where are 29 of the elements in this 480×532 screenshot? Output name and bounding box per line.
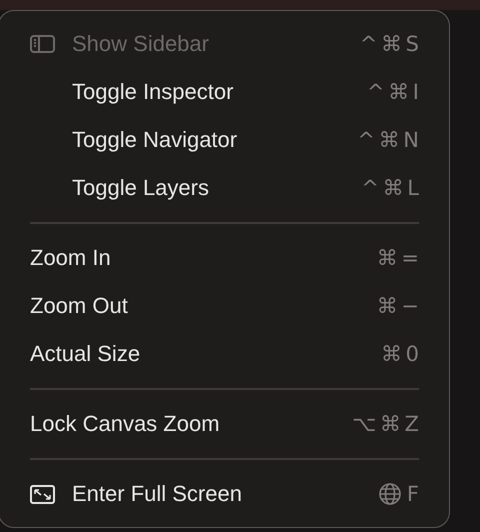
- keyboard-shortcut: ^ ⌘ N: [357, 128, 419, 152]
- menu-item[interactable]: Zoom In ⌘ =: [0, 234, 449, 282]
- sidebar-icon: [30, 35, 55, 53]
- menu-item[interactable]: Toggle Navigator ^ ⌘ N: [0, 116, 449, 164]
- menu-item-label: Enter Full Screen: [72, 481, 243, 507]
- menu-item-label: Lock Canvas Zoom: [30, 411, 221, 437]
- keyboard-shortcut: ⌘ −: [376, 294, 419, 318]
- menu-item[interactable]: Lock Canvas Zoom ⌥ ⌘ Z: [0, 400, 449, 448]
- menu-item-label: Toggle Inspector: [72, 79, 234, 105]
- menu-item-label: Zoom Out: [30, 293, 129, 319]
- keyboard-shortcut: ^ ⌘ S: [360, 32, 419, 56]
- keyboard-shortcut: ⌘ =: [376, 246, 419, 270]
- menu-item-label: Toggle Layers: [72, 175, 210, 201]
- menu-item[interactable]: Enter Full Screen F: [0, 470, 449, 518]
- menu-item[interactable]: Zoom Out ⌘ −: [0, 282, 449, 330]
- keyboard-shortcut: ^ ⌘ L: [361, 176, 419, 200]
- menu-item-label: Show Sidebar: [72, 31, 210, 57]
- menu-item[interactable]: Toggle Layers ^ ⌘ L: [0, 164, 449, 212]
- keyboard-shortcut: ^ ⌘ I: [366, 80, 419, 104]
- menu-item-label: Actual Size: [30, 341, 142, 367]
- keyboard-shortcut: F: [406, 482, 419, 506]
- menu-item[interactable]: Toggle Inspector ^ ⌘ I: [0, 68, 449, 116]
- fullscreen-icon: [30, 484, 55, 504]
- menu-item-label: Toggle Navigator: [72, 127, 238, 153]
- menu-item[interactable]: Actual Size ⌘ 0: [0, 330, 449, 378]
- keyboard-shortcut: ⌘ 0: [380, 342, 419, 366]
- globe-icon: [378, 483, 401, 505]
- keyboard-shortcut: ⌥ ⌘ Z: [352, 412, 419, 436]
- menu-item-label: Zoom In: [30, 245, 112, 271]
